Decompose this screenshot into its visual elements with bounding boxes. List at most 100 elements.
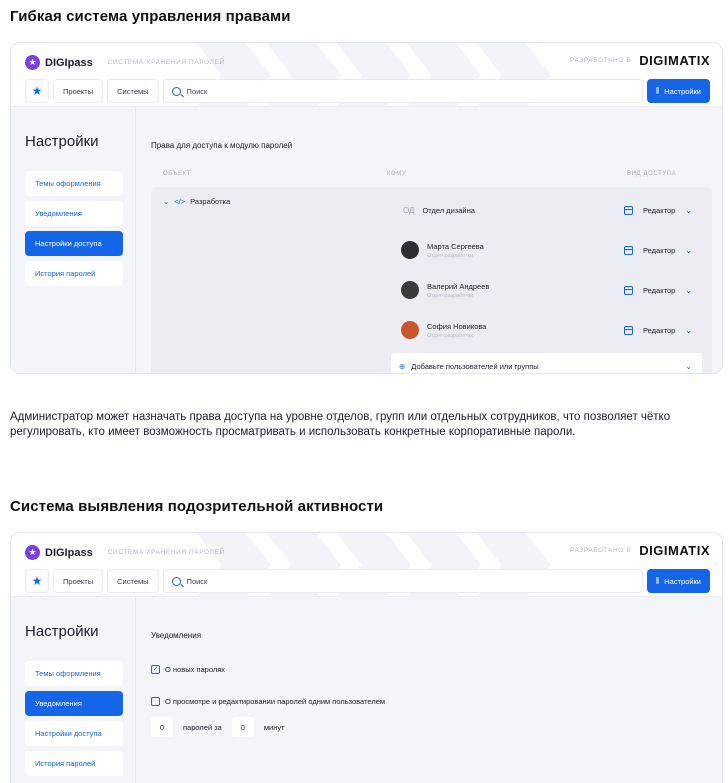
avatar	[401, 241, 419, 259]
favorites-star-icon[interactable]: ★	[25, 79, 49, 103]
calendar-icon	[624, 325, 633, 335]
logo-name: DIGIpass	[45, 56, 93, 69]
access-value: Редактор	[643, 325, 676, 335]
sidebar-item-notifications[interactable]: Уведомления	[25, 691, 123, 716]
sidebar-item-access[interactable]: Настройки доступа	[25, 721, 123, 746]
access-select[interactable]: Редактор ⌄	[624, 285, 692, 295]
sidebar-item-history[interactable]: История паролей	[25, 261, 123, 286]
logo-subtitle: СИСТЕМА ХРАНЕНИЯ ПАРОЛЕЙ	[107, 549, 225, 556]
row-department: Отдел разработки	[427, 292, 474, 299]
nav-row: ★ Проекты Системы Поиск ⫼ Настройки	[25, 79, 710, 103]
settings-button-label: Настройки	[664, 86, 701, 96]
sidebar-item-notifications[interactable]: Уведомления	[25, 201, 123, 226]
checkbox-unchecked-icon[interactable]	[151, 697, 160, 706]
minutes-input[interactable]: 0	[231, 717, 254, 737]
developer-credit: РАЗРАБОТАНО В DIGIMATIX	[570, 543, 710, 558]
row-department: Отдел разработки	[427, 332, 474, 339]
sidebar-item-access[interactable]: Настройки доступа	[25, 231, 123, 256]
sidebar-item-themes[interactable]: Темы оформления	[25, 661, 123, 686]
access-row: Валерий Андреев Отдел разработки Редакто…	[391, 273, 702, 307]
row-department: Отдел разработки	[427, 252, 474, 259]
access-row: Марта Сергеева Отдел разработки Редактор…	[391, 233, 702, 267]
calendar-icon	[624, 285, 633, 295]
settings-button[interactable]: ⫼ Настройки	[646, 569, 710, 593]
description-text: Администратор может назначать права дост…	[10, 411, 671, 438]
object-row[interactable]: ⌄ </> Разработка	[163, 197, 230, 206]
sliders-icon: ⫼	[655, 86, 660, 95]
column-object: ОБЪЕКТ	[163, 171, 191, 177]
top-bar: ★ DIGIpass СИСТЕМА ХРАНЕНИЯ ПАРОЛЕЙ РАЗР…	[11, 43, 722, 107]
calendar-icon	[624, 245, 633, 255]
star-logo-icon: ★	[25, 55, 40, 70]
row-name: Марта Сергеева	[427, 241, 484, 251]
app-window-rights: ★ DIGIpass СИСТЕМА ХРАНЕНИЯ ПАРОЛЕЙ РАЗР…	[10, 42, 723, 374]
chevron-down-icon: ⌄	[685, 325, 692, 335]
logo-subtitle: СИСТЕМА ХРАНЕНИЯ ПАРОЛЕЙ	[107, 59, 225, 66]
content-area: Уведомления ✓ О новых паролях О просмотр…	[137, 597, 722, 783]
search-input[interactable]: Поиск	[162, 79, 643, 103]
column-access: ВИД ДОСТУПА	[627, 171, 677, 177]
sidebar-title: Настройки	[25, 133, 99, 150]
add-users-select[interactable]: ⊕ Добавьте пользователей или группы ⌄	[391, 353, 702, 373]
sidebar: Настройки Темы оформления Уведомления На…	[11, 597, 136, 783]
chevron-down-icon: ⌄	[163, 197, 170, 206]
projects-tab[interactable]: Проекты	[53, 79, 104, 103]
checkbox-checked-icon[interactable]: ✓	[151, 665, 160, 674]
access-select[interactable]: Редактор ⌄	[624, 245, 692, 255]
logo-name: DIGIpass	[45, 546, 93, 559]
star-logo-icon: ★	[25, 545, 40, 560]
access-value: Редактор	[643, 205, 676, 215]
content-title: Права для доступа к модулю паролей	[151, 141, 293, 150]
sidebar: Настройки Темы оформления Уведомления На…	[11, 107, 136, 373]
row-name: София Новикова	[427, 321, 487, 331]
sidebar-item-history[interactable]: История паролей	[25, 751, 123, 776]
chevron-down-icon: ⌄	[685, 205, 692, 215]
password-count-input[interactable]: 0	[151, 717, 173, 737]
check-label: О просмотре и редактировании паролей одн…	[165, 697, 386, 706]
app-logo[interactable]: ★ DIGIpass СИСТЕМА ХРАНЕНИЯ ПАРОЛЕЙ	[25, 545, 225, 560]
row-name: Валерий Андреев	[427, 281, 490, 291]
brand-logo: DIGIMATIX	[639, 543, 710, 558]
brand-logo: DIGIMATIX	[639, 53, 710, 68]
access-row: София Новикова Отдел разработки Редактор…	[391, 313, 702, 347]
systems-tab[interactable]: Системы	[107, 569, 159, 593]
column-to-whom: КОМУ	[387, 171, 407, 177]
projects-tab[interactable]: Проекты	[53, 569, 104, 593]
access-value: Редактор	[643, 245, 676, 255]
access-select[interactable]: Редактор ⌄	[624, 205, 692, 215]
settings-button[interactable]: ⫼ Настройки	[646, 79, 710, 103]
content-area: Права для доступа к модулю паролей ОБЪЕК…	[137, 107, 722, 373]
avatar	[401, 321, 419, 339]
minutes-label: минут	[263, 722, 285, 732]
access-row: ОД Отдел дизайна Редактор ⌄	[391, 193, 702, 227]
avatar	[401, 281, 419, 299]
threshold-row: 0 паролей за 0 минут	[151, 717, 285, 737]
section-title-suspicious: Система выявления подозрительной активно…	[10, 498, 384, 515]
chevron-down-icon: ⌄	[685, 245, 692, 255]
chevron-down-icon: ⌄	[685, 361, 692, 371]
sidebar-title: Настройки	[25, 623, 99, 640]
access-select[interactable]: Редактор ⌄	[624, 325, 692, 335]
developed-by-label: РАЗРАБОТАНО В	[569, 547, 632, 554]
developer-credit: РАЗРАБОТАНО В DIGIMATIX	[570, 53, 710, 68]
search-icon	[171, 86, 181, 96]
check-new-passwords[interactable]: ✓ О новых паролях	[151, 665, 225, 674]
object-name: Разработка	[190, 197, 231, 206]
check-view-edit[interactable]: О просмотре и редактировании паролей одн…	[151, 697, 385, 706]
count-label: паролей за	[183, 722, 222, 732]
code-icon: </>	[174, 197, 186, 206]
row-name: Отдел дизайна	[422, 205, 475, 215]
favorites-star-icon[interactable]: ★	[25, 569, 49, 593]
search-input[interactable]: Поиск	[162, 569, 643, 593]
add-user-icon: ⊕	[399, 361, 406, 371]
content-title: Уведомления	[151, 631, 202, 640]
access-table: ⌄ </> Разработка ОД Отдел дизайна Редакт…	[151, 187, 712, 373]
sidebar-item-themes[interactable]: Темы оформления	[25, 171, 123, 196]
settings-button-label: Настройки	[664, 576, 701, 586]
nav-row: ★ Проекты Системы Поиск ⫼ Настройки	[25, 569, 710, 593]
app-logo[interactable]: ★ DIGIpass СИСТЕМА ХРАНЕНИЯ ПАРОЛЕЙ	[25, 55, 225, 70]
systems-tab[interactable]: Системы	[107, 79, 159, 103]
chevron-down-icon: ⌄	[685, 285, 692, 295]
search-placeholder: Поиск	[186, 86, 208, 96]
sliders-icon: ⫼	[655, 576, 660, 585]
